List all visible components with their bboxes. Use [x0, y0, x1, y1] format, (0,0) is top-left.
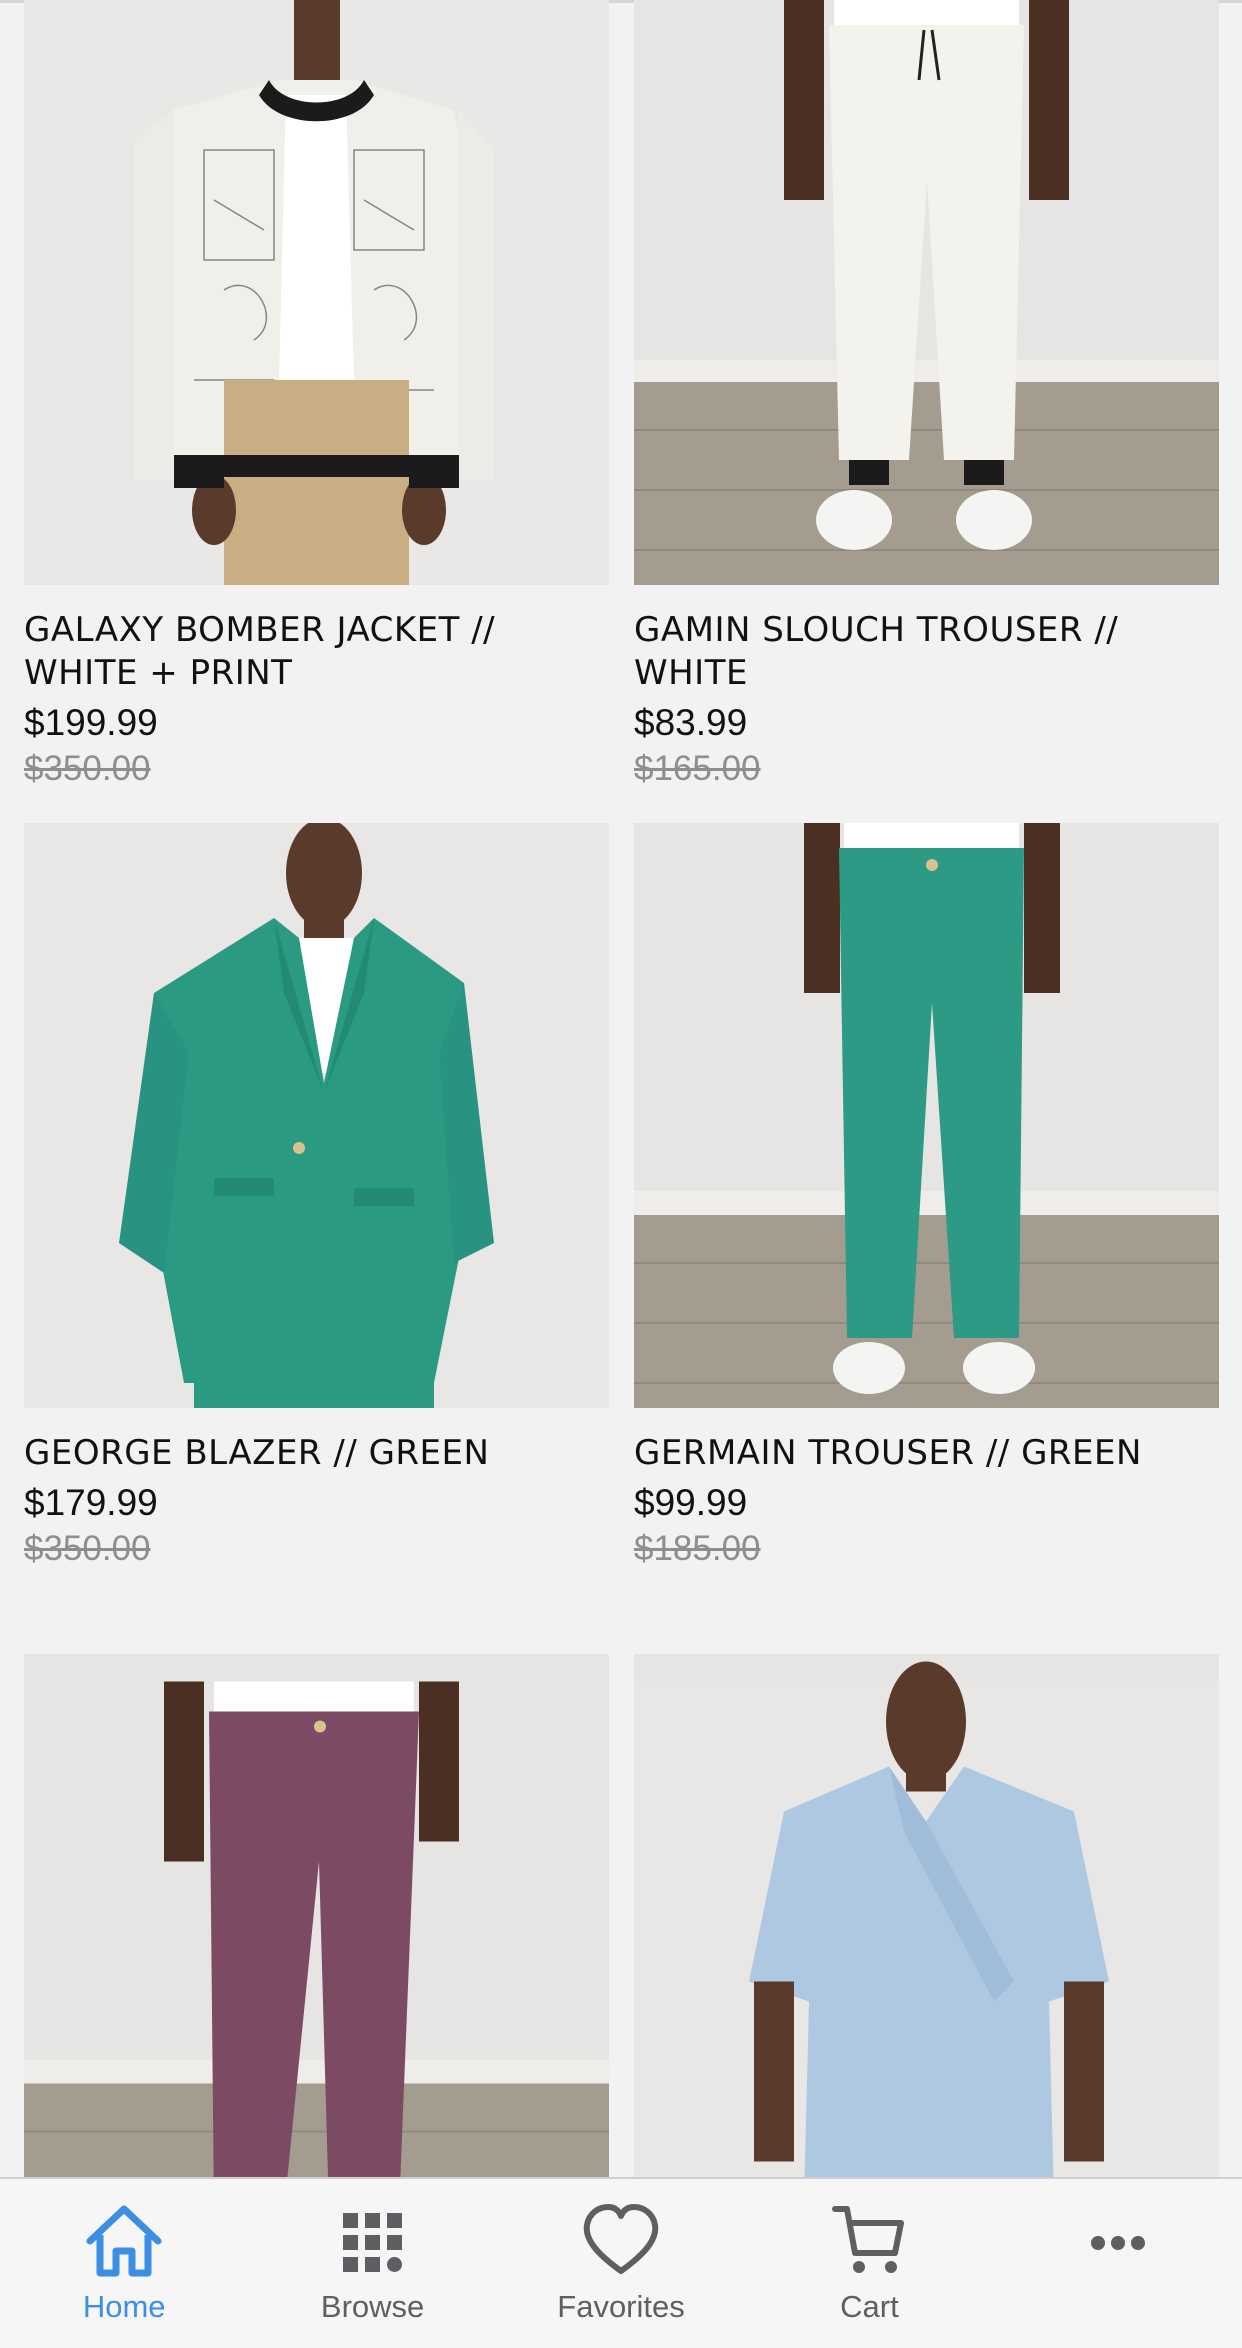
- product-price: $83.99: [634, 702, 748, 743]
- tab-browse[interactable]: Browse: [248, 2179, 496, 2348]
- product-original-price: $350.00: [24, 1529, 151, 1568]
- tab-favorites-label: Favorites: [557, 2289, 685, 2324]
- product-price: $199.99: [24, 702, 158, 743]
- home-icon: [86, 2205, 162, 2277]
- product-card[interactable]: GERMAIN TROUSER // GREEN $99.99 $185.00: [634, 823, 1219, 1571]
- product-original-price: $165.00: [634, 749, 761, 788]
- grid-icon: [342, 2213, 402, 2272]
- product-image[interactable]: [634, 0, 1219, 585]
- more-icon: [1090, 2236, 1145, 2250]
- tab-cart[interactable]: Cart: [745, 2179, 993, 2348]
- product-card[interactable]: GALAXY BOMBER JACKET // WHITE + PRINT $1…: [24, 0, 609, 791]
- product-image[interactable]: [24, 823, 609, 1408]
- green-blazer-image: [24, 823, 609, 1408]
- purple-corduroy-trousers-image: [24, 1681, 609, 2178]
- tab-home[interactable]: Home: [0, 2179, 248, 2348]
- product-name[interactable]: GAMIN SLOUCH TROUSER // WHITE: [634, 609, 1219, 695]
- product-card[interactable]: [24, 1654, 609, 2178]
- product-original-price: $350.00: [24, 749, 151, 788]
- tab-cart-label: Cart: [840, 2289, 899, 2324]
- tab-favorites[interactable]: Favorites: [497, 2179, 745, 2348]
- tab-home-label: Home: [82, 2289, 166, 2324]
- heart-icon: [583, 2204, 659, 2274]
- white-print-bomber-jacket-image: [24, 0, 609, 585]
- product-image[interactable]: [24, 1654, 609, 2178]
- green-trousers-image: [634, 823, 1219, 1408]
- cart-icon: [832, 2206, 905, 2273]
- product-image[interactable]: [634, 1654, 1219, 2178]
- product-name[interactable]: GALAXY BOMBER JACKET // WHITE + PRINT: [24, 609, 609, 695]
- product-card[interactable]: [634, 1654, 1219, 2178]
- product-price: $179.99: [24, 1482, 158, 1523]
- product-grid: GALAXY BOMBER JACKET // WHITE + PRINT $1…: [0, 0, 1242, 2178]
- product-name[interactable]: GEORGE BLAZER // GREEN: [24, 1432, 609, 1475]
- light-blue-wrap-shirt-image: [634, 1661, 1219, 2178]
- product-image[interactable]: [634, 823, 1219, 1408]
- tab-more[interactable]: [994, 2179, 1242, 2348]
- product-image[interactable]: [24, 0, 609, 585]
- tab-bar: Home Browse Favorites Cart: [0, 2177, 1242, 2348]
- product-card[interactable]: GEORGE BLAZER // GREEN $179.99 $350.00: [24, 823, 609, 1571]
- product-card[interactable]: GAMIN SLOUCH TROUSER // WHITE $83.99 $16…: [634, 0, 1219, 791]
- product-original-price: $185.00: [634, 1529, 761, 1568]
- tab-browse-label: Browse: [320, 2289, 425, 2324]
- product-price: $99.99: [634, 1482, 748, 1523]
- white-trousers-image: [634, 0, 1219, 585]
- product-name[interactable]: GERMAIN TROUSER // GREEN: [634, 1432, 1219, 1475]
